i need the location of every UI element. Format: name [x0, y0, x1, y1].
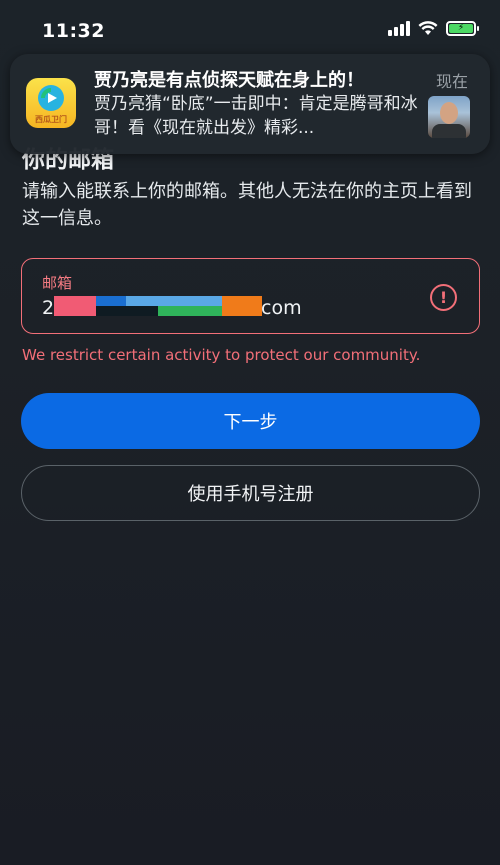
redaction-block	[158, 306, 222, 316]
notification-banner[interactable]: 西瓜卫门 贾乃亮是有点侦探天赋在身上的！ 现在 贾乃亮猜“卧底”一击即中：肯定是…	[10, 54, 490, 154]
redaction-block	[54, 296, 96, 316]
notification-time: 现在	[435, 72, 468, 91]
notification-body: 贾乃亮猜“卧底”一击即中：肯定是腾哥和冰哥！看《现在就出发》精彩...	[94, 94, 418, 138]
status-icons: ⚡	[388, 20, 479, 36]
redaction-block	[222, 296, 262, 316]
app-brand: 西瓜卫门	[35, 115, 67, 124]
wifi-icon	[418, 21, 438, 35]
video-play-icon	[38, 85, 64, 111]
phone-signup-button[interactable]: 使用手机号注册	[21, 465, 480, 521]
redaction-block	[126, 296, 222, 306]
next-button[interactable]: 下一步	[21, 393, 480, 449]
email-field-label: 邮箱	[42, 274, 73, 292]
email-value-suffix: com	[261, 297, 302, 319]
notification-title: 贾乃亮是有点侦探天赋在身上的！	[94, 70, 364, 91]
status-time: 11:32	[42, 20, 105, 42]
battery-charging-icon: ⚡	[446, 20, 479, 36]
error-message: We restrict certain activity to protect …	[22, 346, 421, 364]
app-icon: 西瓜卫门	[26, 78, 76, 128]
alert-circle-icon: !	[430, 284, 457, 311]
email-field[interactable]: 邮箱 2 com !	[21, 258, 480, 334]
cellular-signal-icon	[388, 20, 410, 36]
email-value-prefix: 2	[42, 297, 55, 319]
redaction-block	[96, 306, 158, 316]
page-description: 请输入能联系上你的邮箱。其他人无法在你的主页上看到这一信息。	[22, 181, 472, 229]
status-bar: 11:32 ⚡	[0, 0, 500, 50]
redaction-block	[96, 296, 126, 306]
notification-thumbnail	[428, 96, 470, 138]
